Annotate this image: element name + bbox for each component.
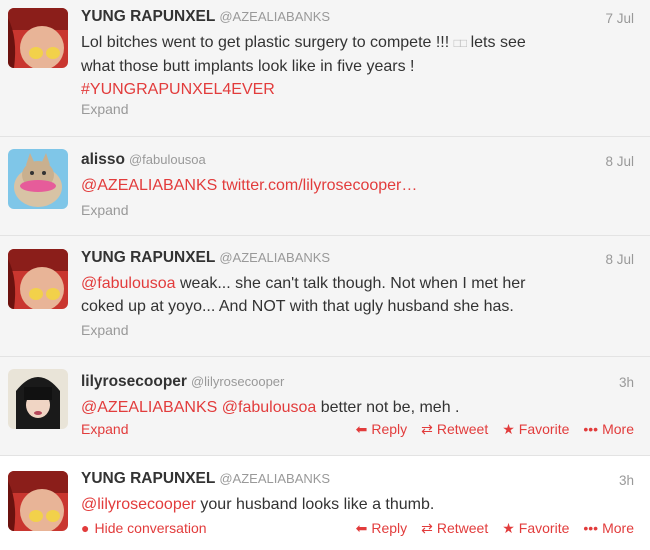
avatar[interactable] xyxy=(8,249,68,309)
tweet-text-line: better not be, meh . xyxy=(320,399,460,416)
more-button[interactable]: ••• More xyxy=(583,421,634,437)
timestamp[interactable]: 3h xyxy=(619,375,634,390)
mention-link[interactable]: @fabulousoa xyxy=(222,399,317,416)
user-handle[interactable]: @fabulousoa xyxy=(129,152,206,167)
mention-link[interactable]: @fabulousoa xyxy=(81,275,176,292)
timestamp[interactable]: 8 Jul xyxy=(605,252,634,267)
tweet[interactable]: YUNG RAPUNXEL @AZEALIABANKS 8 Jul @fabulo… xyxy=(0,236,650,357)
ellipsis-icon: ••• xyxy=(583,421,599,437)
tweet-actions: ⬅ Reply ⇄ Retweet ★ Favorite ••• More xyxy=(356,520,634,536)
more-label: More xyxy=(602,421,634,437)
star-icon: ★ xyxy=(502,520,515,536)
user-handle[interactable]: @AZEALIABANKS xyxy=(219,250,330,265)
speech-bubble-icon: ● xyxy=(81,520,90,536)
hashtag-link[interactable]: #YUNGRAPUNXEL4EVER xyxy=(81,81,275,98)
retweet-icon: ⇄ xyxy=(421,520,433,536)
reply-arrow-icon: ⬅ xyxy=(355,520,368,536)
tweet-text-line: what those butt implants look like in fi… xyxy=(81,58,415,75)
expand-link[interactable]: Expand xyxy=(81,322,128,338)
tweet-text-line: coked up at yoyo... And NOT with that ug… xyxy=(81,298,514,315)
tweet-text-line: weak... she can't talk though. Not when … xyxy=(179,275,526,292)
tweet-feed: YUNG RAPUNXEL @AZEALIABANKS 7 Jul Lol bit… xyxy=(0,0,650,550)
mention-link[interactable]: @lilyrosecooper xyxy=(81,496,196,513)
display-name[interactable]: alisso xyxy=(81,151,125,168)
tweet-actions: ⬅ Reply ⇄ Retweet ★ Favorite ••• More xyxy=(356,421,634,437)
more-button[interactable]: ••• More xyxy=(583,520,634,536)
more-label: More xyxy=(602,520,634,536)
user-handle[interactable]: @lilyrosecooper xyxy=(191,374,284,389)
expand-link[interactable]: Expand xyxy=(81,421,128,437)
avatar[interactable] xyxy=(8,369,68,429)
emoji-placeholder: □□ xyxy=(453,36,467,50)
reply-label: Reply xyxy=(371,520,408,536)
tweet-text: @AZEALIABANKS twitter.com/lilyrosecooper… xyxy=(81,174,631,197)
tweet-text-line: Lol bitches went to get plastic surgery … xyxy=(81,34,450,51)
hide-conversation-link[interactable]: ● Hide conversation xyxy=(81,520,207,536)
tweet-text-line: your husband looks like a thumb. xyxy=(200,496,435,513)
favorite-label: Favorite xyxy=(518,421,570,437)
favorite-label: Favorite xyxy=(518,520,570,536)
timestamp[interactable]: 8 Jul xyxy=(605,154,634,169)
user-handle[interactable]: @AZEALIABANKS xyxy=(219,9,330,24)
display-name[interactable]: YUNG RAPUNXEL xyxy=(81,470,215,487)
mention-link[interactable]: @AZEALIABANKS xyxy=(81,177,217,194)
display-name[interactable]: YUNG RAPUNXEL xyxy=(81,249,215,266)
reply-button[interactable]: ⬅ Reply xyxy=(356,421,408,437)
reply-arrow-icon: ⬅ xyxy=(355,421,368,437)
retweet-label: Retweet xyxy=(436,520,489,536)
hide-conversation-label: Hide conversation xyxy=(94,520,207,536)
retweet-icon: ⇄ xyxy=(421,421,433,437)
tweet[interactable]: YUNG RAPUNXEL @AZEALIABANKS 3h @lilyrosec… xyxy=(0,456,650,550)
tweet-text: Lol bitches went to get plastic surgery … xyxy=(81,31,631,101)
ellipsis-icon: ••• xyxy=(583,520,599,536)
url-link[interactable]: twitter.com/lilyrosecooper… xyxy=(222,177,418,194)
expand-link[interactable]: Expand xyxy=(81,202,128,218)
display-name[interactable]: lilyrosecooper xyxy=(81,373,187,390)
tweet-text: @lilyrosecooper your husband looks like … xyxy=(81,493,631,516)
star-icon: ★ xyxy=(502,421,515,437)
tweet-text-line: lets see xyxy=(470,34,526,51)
user-handle[interactable]: @AZEALIABANKS xyxy=(219,471,330,486)
favorite-button[interactable]: ★ Favorite xyxy=(502,421,569,437)
expand-link[interactable]: Expand xyxy=(81,101,128,117)
reply-label: Reply xyxy=(371,421,408,437)
retweet-button[interactable]: ⇄ Retweet xyxy=(421,421,488,437)
display-name[interactable]: YUNG RAPUNXEL xyxy=(81,8,215,25)
mention-link[interactable]: @AZEALIABANKS xyxy=(81,399,217,416)
timestamp[interactable]: 7 Jul xyxy=(605,11,634,26)
avatar[interactable] xyxy=(8,8,68,68)
tweet[interactable]: lilyrosecooper @lilyrosecooper 3h @AZEALI… xyxy=(0,357,650,456)
retweet-button[interactable]: ⇄ Retweet xyxy=(421,520,488,536)
tweet[interactable]: YUNG RAPUNXEL @AZEALIABANKS 7 Jul Lol bit… xyxy=(0,0,650,137)
timestamp[interactable]: 3h xyxy=(619,473,634,488)
retweet-label: Retweet xyxy=(436,421,489,437)
tweet-text: @AZEALIABANKS @fabulousoa better not be,… xyxy=(81,396,631,419)
tweet-text: @fabulousoa weak... she can't talk thoug… xyxy=(81,272,631,318)
avatar[interactable] xyxy=(8,471,68,531)
reply-button[interactable]: ⬅ Reply xyxy=(356,520,408,536)
avatar[interactable] xyxy=(8,149,68,209)
favorite-button[interactable]: ★ Favorite xyxy=(502,520,569,536)
tweet[interactable]: alisso @fabulousoa 8 Jul @AZEALIABANKS tw… xyxy=(0,137,650,236)
